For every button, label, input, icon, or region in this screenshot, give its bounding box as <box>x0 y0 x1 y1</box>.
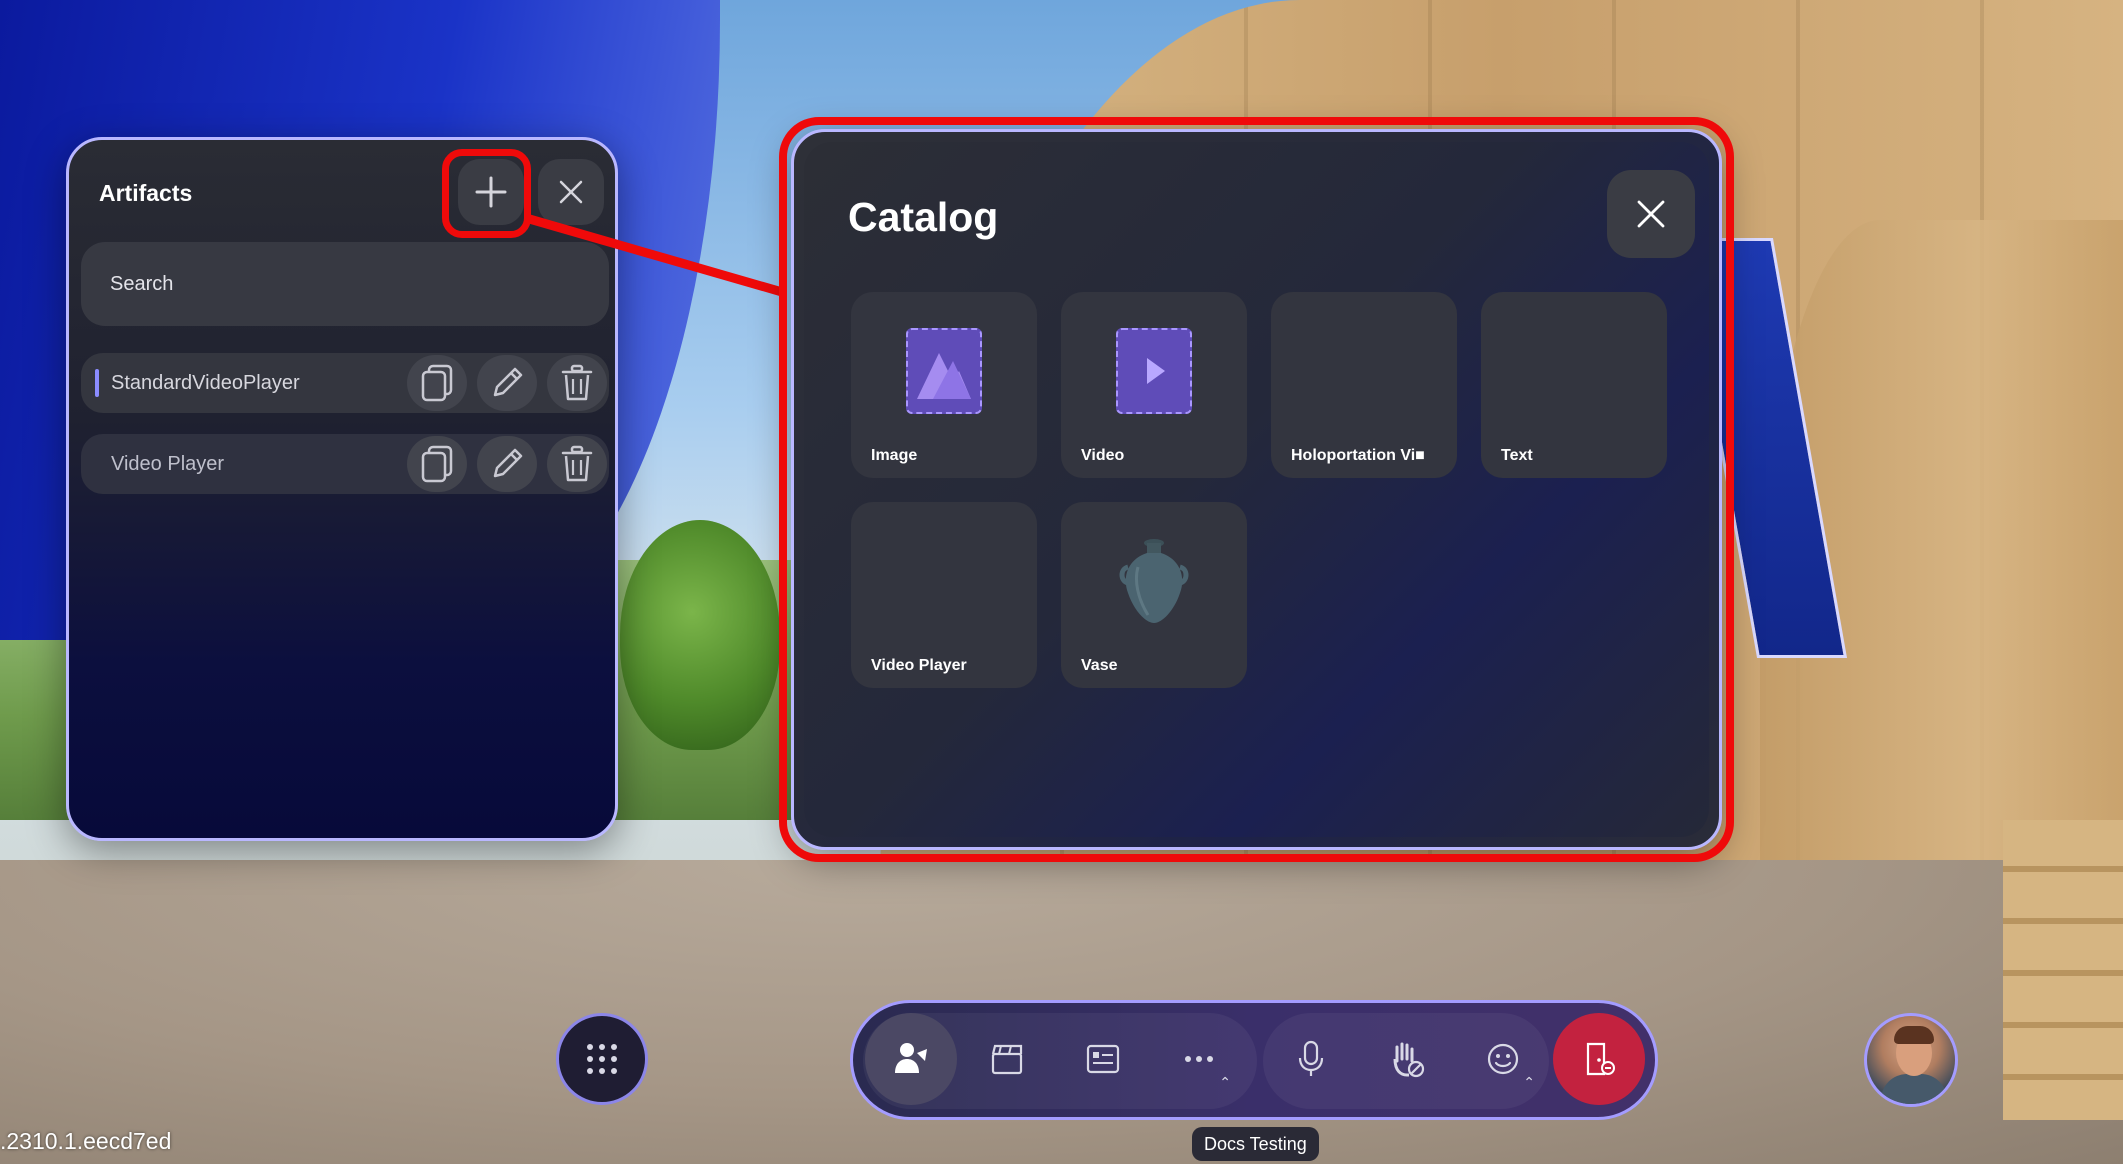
avatar-hair <box>1894 1026 1934 1044</box>
meeting-name-label: Docs Testing <box>1192 1127 1319 1161</box>
leave-button[interactable] <box>1553 1013 1645 1105</box>
build-version: .2310.1.eecd7ed <box>0 1128 172 1154</box>
add-button-highlight <box>442 149 531 238</box>
artifact-label: Video Player <box>111 452 225 475</box>
chevron-up-icon: ⌃ <box>1219 1074 1231 1090</box>
delete-button[interactable] <box>547 436 607 492</box>
raise-hand-icon <box>1393 1042 1425 1078</box>
edit-icon <box>493 367 523 397</box>
participants-button[interactable] <box>865 1013 957 1105</box>
search-input[interactable]: Search <box>81 242 609 326</box>
row-actions <box>407 436 607 492</box>
steps <box>2003 820 2123 1120</box>
close-artifacts-button[interactable] <box>538 159 604 225</box>
edit-icon <box>493 448 523 478</box>
microphone-button[interactable] <box>1265 1013 1357 1105</box>
selected-indicator <box>95 369 99 397</box>
avatar-body <box>1881 1074 1947 1104</box>
meeting-toolbar: ⌃ ⌃ <box>850 1000 1658 1120</box>
grid-icon <box>587 1044 617 1074</box>
artifact-row-standardvideoplayer[interactable]: StandardVideoPlayer <box>81 353 609 413</box>
copy-icon <box>421 445 453 483</box>
apps-button[interactable] <box>556 1013 648 1105</box>
raise-hand-button[interactable] <box>1361 1013 1453 1105</box>
copy-icon <box>421 364 453 402</box>
content-icon <box>1086 1044 1120 1074</box>
delete-icon <box>561 364 593 401</box>
artifact-label: StandardVideoPlayer <box>111 371 300 394</box>
avatar-button[interactable] <box>1864 1013 1958 1107</box>
duplicate-button[interactable] <box>407 355 467 411</box>
row-actions <box>407 355 607 411</box>
tree <box>620 520 780 750</box>
chevron-up-icon: ⌃ <box>1523 1074 1535 1090</box>
edit-button[interactable] <box>477 436 537 492</box>
more-button[interactable]: ⌃ <box>1153 1013 1245 1105</box>
leave-icon <box>1586 1042 1615 1076</box>
edit-button[interactable] <box>477 355 537 411</box>
clapperboard-icon <box>991 1044 1023 1075</box>
panel-title: Artifacts <box>99 180 193 206</box>
artifacts-panel: Artifacts Search StandardVideoPlayer Vid… <box>66 137 618 841</box>
delete-icon <box>561 445 593 482</box>
more-icon <box>1185 1056 1213 1062</box>
close-icon <box>559 180 583 204</box>
reactions-button[interactable]: ⌃ <box>1457 1013 1549 1105</box>
emoji-icon <box>1487 1043 1519 1075</box>
scenes-button[interactable] <box>961 1013 1053 1105</box>
participants-icon <box>895 1043 927 1073</box>
delete-button[interactable] <box>547 355 607 411</box>
content-button[interactable] <box>1057 1013 1149 1105</box>
artifact-row-video-player[interactable]: Video Player <box>81 434 609 494</box>
duplicate-button[interactable] <box>407 436 467 492</box>
catalog-highlight <box>779 117 1734 862</box>
microphone-icon <box>1298 1040 1324 1076</box>
